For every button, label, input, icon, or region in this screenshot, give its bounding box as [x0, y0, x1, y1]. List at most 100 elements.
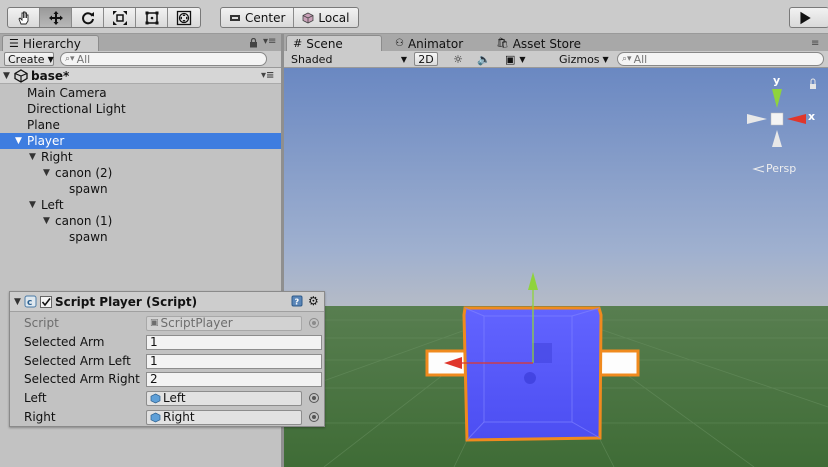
- chevron-down-icon: ▼: [47, 54, 54, 64]
- scene-search-input[interactable]: ⌕▾ All: [617, 52, 824, 66]
- gear-icon[interactable]: ⚙: [308, 294, 319, 308]
- script-icon: c: [24, 295, 37, 308]
- hierarchy-search-placeholder: All: [76, 52, 91, 66]
- speaker-icon: 🔈: [477, 52, 491, 66]
- gameobject-cube-icon: [150, 393, 161, 403]
- pivot-center-icon: [230, 14, 240, 21]
- field-value: 2: [150, 372, 158, 386]
- hierarchy-item-label: spawn: [69, 230, 108, 244]
- audio-toggle[interactable]: 🔈: [474, 52, 494, 66]
- object-picker-icon[interactable]: [309, 412, 319, 422]
- shading-mode-dropdown[interactable]: Shaded ▼: [288, 52, 410, 66]
- animator-icon: ⚇: [395, 38, 404, 49]
- gizmos-dropdown[interactable]: Gizmos ▼: [556, 52, 609, 66]
- right-object-field[interactable]: Right: [146, 409, 302, 425]
- field-label: Script: [24, 316, 59, 330]
- pivot-space-label: Local: [318, 10, 350, 25]
- rotate-icon: [81, 11, 94, 24]
- pivot-mode-button[interactable]: Center: [221, 8, 295, 27]
- selected-arm-right-input[interactable]: 2: [146, 371, 322, 387]
- field-label: Selected Arm Left: [24, 354, 131, 368]
- persp-label[interactable]: Persp: [766, 162, 796, 175]
- tab-animator[interactable]: ⚇ Animator: [388, 35, 470, 51]
- right-arm-cube[interactable]: [594, 349, 640, 377]
- gizmo-center-cube[interactable]: [770, 112, 784, 126]
- hierarchy-item-player[interactable]: ▼ Player: [0, 133, 281, 149]
- move-tool-button[interactable]: [40, 8, 72, 27]
- transform-tool-button[interactable]: [168, 8, 200, 27]
- hierarchy-item-label: Left: [41, 198, 64, 212]
- main-toolbar: Center Local: [0, 0, 828, 34]
- hierarchy-item-left[interactable]: ▼ Left: [0, 197, 281, 213]
- script-icon: ▣: [150, 318, 159, 328]
- enabled-checkbox[interactable]: [40, 295, 52, 308]
- hierarchy-item-directional-light[interactable]: Directional Light: [0, 101, 281, 117]
- script-reference-field: ▣ ScriptPlayer: [146, 315, 302, 331]
- hierarchy-item-plane[interactable]: Plane: [0, 117, 281, 133]
- rotate-tool-button[interactable]: [72, 8, 104, 27]
- tab-scene[interactable]: # Scene: [286, 35, 382, 51]
- tab-asset-store[interactable]: 🛍 Asset Store: [489, 35, 588, 51]
- selected-arm-left-input[interactable]: 1: [146, 353, 322, 369]
- lock-icon[interactable]: [249, 38, 258, 48]
- hand-tool-button[interactable]: [8, 8, 40, 27]
- panel-menu-icon[interactable]: ≡: [811, 38, 819, 49]
- gizmo-y-label: y: [773, 74, 781, 87]
- pivot-mode-label: Center: [245, 10, 286, 25]
- hierarchy-item-spawn-right[interactable]: spawn: [0, 181, 281, 197]
- lighting-toggle[interactable]: ☼: [448, 52, 468, 66]
- expand-arrow-icon[interactable]: ▼: [43, 216, 53, 226]
- tab-hierarchy-label: Hierarchy: [22, 36, 81, 51]
- play-icon: [800, 11, 811, 24]
- object-picker-icon[interactable]: [309, 393, 319, 403]
- field-right: Right Right: [10, 408, 324, 426]
- scene-menu-icon[interactable]: ▾≡: [261, 70, 274, 81]
- field-label: Right: [24, 410, 56, 424]
- create-dropdown[interactable]: Create ▼: [4, 52, 54, 66]
- expand-arrow-icon[interactable]: ▼: [3, 71, 13, 81]
- expand-arrow-icon[interactable]: ▼: [43, 168, 53, 178]
- pivot-space-button[interactable]: Local: [294, 8, 357, 27]
- play-button[interactable]: [790, 8, 820, 27]
- rect-tool-button[interactable]: [136, 8, 168, 27]
- 2d-mode-toggle[interactable]: 2D: [414, 52, 438, 66]
- scale-tool-button[interactable]: [104, 8, 136, 27]
- hierarchy-item-label: spawn: [69, 182, 108, 196]
- move-icon: [48, 10, 63, 25]
- panel-menu-icon[interactable]: ▾≡: [263, 36, 276, 47]
- field-value: 1: [150, 354, 158, 368]
- hierarchy-item-canon-2[interactable]: ▼ canon (2): [0, 165, 281, 181]
- tab-scene-label: Scene: [306, 36, 343, 51]
- scene-root-row[interactable]: ▼ base* ▾≡: [0, 68, 281, 84]
- expand-arrow-icon[interactable]: ▼: [29, 200, 39, 210]
- scene-toolbar: Shaded ▼ 2D ☼ 🔈 ▣ ▼ Gizmos ▼ ⌕▾ All: [284, 51, 828, 68]
- chevron-down-icon: ▼: [519, 54, 526, 64]
- hierarchy-item-main-camera[interactable]: Main Camera: [0, 85, 281, 101]
- chevron-down-icon: ▼: [400, 54, 407, 64]
- tab-hierarchy[interactable]: ☰ Hierarchy: [2, 35, 99, 51]
- field-selected-arm-right: Selected Arm Right 2: [10, 370, 324, 388]
- collapse-arrow-icon[interactable]: ▼: [14, 297, 24, 307]
- transform-icon: [176, 10, 192, 25]
- hierarchy-search-input[interactable]: ⌕▾ All: [60, 52, 267, 66]
- sun-icon: ☼: [453, 52, 463, 66]
- effects-dropdown[interactable]: ▣ ▼: [502, 52, 536, 66]
- expand-arrow-icon[interactable]: ▼: [15, 136, 25, 146]
- svg-text:c: c: [27, 298, 32, 308]
- left-object-field[interactable]: Left: [146, 390, 302, 406]
- search-icon: ⌕▾: [622, 54, 632, 64]
- hierarchy-item-canon-1[interactable]: ▼ canon (1): [0, 213, 281, 229]
- hierarchy-item-right[interactable]: ▼ Right: [0, 149, 281, 165]
- scene-tab-bar: # Scene ⚇ Animator 🛍 Asset Store ≡: [284, 34, 828, 51]
- hierarchy-item-spawn-left[interactable]: spawn: [0, 229, 281, 245]
- help-book-icon[interactable]: ?: [291, 295, 303, 307]
- image-icon: ▣: [505, 52, 516, 66]
- scene-name: base*: [31, 68, 70, 83]
- component-header[interactable]: ▼ c Script Player (Script) ? ⚙: [10, 292, 324, 312]
- scene-search-placeholder: All: [633, 52, 648, 66]
- hierarchy-tab-bar: ☰ Hierarchy ▾≡: [0, 34, 281, 51]
- unity-scene-icon: [14, 68, 28, 83]
- expand-arrow-icon[interactable]: ▼: [29, 152, 39, 162]
- scene-viewport[interactable]: y x Persp: [284, 68, 828, 467]
- selected-arm-input[interactable]: 1: [146, 334, 322, 350]
